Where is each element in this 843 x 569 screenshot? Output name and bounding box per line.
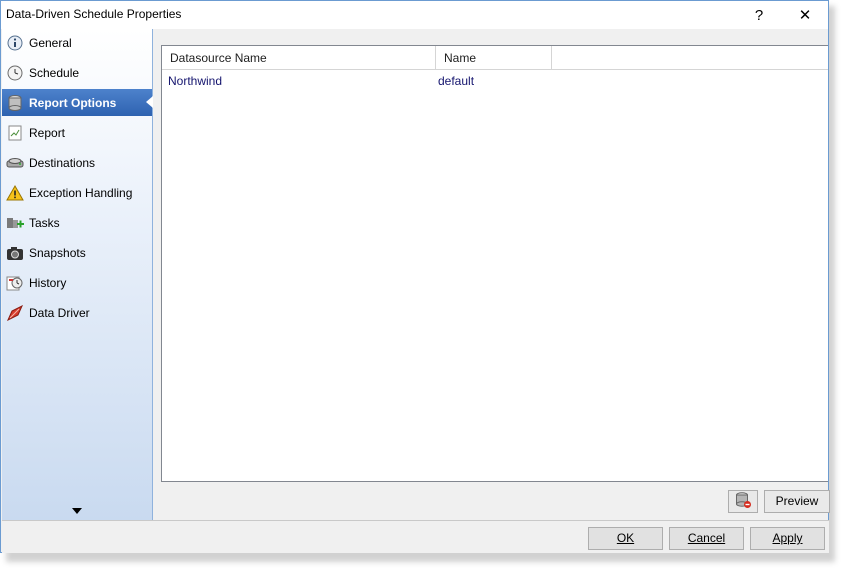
camera-icon bbox=[6, 244, 24, 262]
sidebar-item-exception-handling[interactable]: Exception Handling bbox=[2, 179, 152, 206]
sidebar-item-report-options[interactable]: Report Options bbox=[2, 89, 153, 116]
properties-dialog: Data-Driven Schedule Properties ? ✕ Gene… bbox=[0, 0, 830, 553]
sidebar-item-label: General bbox=[29, 35, 72, 50]
sidebar-item-data-driver[interactable]: Data Driver bbox=[2, 299, 152, 326]
cell-name: default bbox=[438, 74, 475, 88]
sidebar-scroll-down[interactable] bbox=[70, 505, 84, 515]
sidebar-item-history[interactable]: History bbox=[2, 269, 152, 296]
dialog-footer: OK Cancel Apply bbox=[2, 520, 829, 553]
close-button[interactable]: ✕ bbox=[783, 1, 827, 29]
datasource-grid[interactable]: Datasource Name Name Northwind default bbox=[161, 45, 828, 482]
help-button[interactable]: ? bbox=[737, 1, 781, 29]
window-title: Data-Driven Schedule Properties bbox=[6, 7, 182, 21]
sidebar-item-label: Exception Handling bbox=[29, 185, 133, 200]
database-delete-icon bbox=[734, 491, 752, 512]
tasks-icon bbox=[6, 214, 24, 232]
sidebar-item-report[interactable]: Report bbox=[2, 119, 152, 146]
sidebar-item-label: History bbox=[29, 275, 67, 290]
clock-icon bbox=[6, 64, 24, 82]
database-icon bbox=[6, 94, 24, 112]
sidebar-item-schedule[interactable]: Schedule bbox=[2, 59, 152, 86]
sidebar-item-tasks[interactable]: Tasks bbox=[2, 209, 152, 236]
title-bar: Data-Driven Schedule Properties ? ✕ bbox=[1, 1, 828, 29]
ok-button-label: OK bbox=[616, 531, 635, 545]
info-icon bbox=[6, 34, 24, 52]
column-header-name[interactable]: Name bbox=[436, 46, 552, 70]
cell-datasource-name: Northwind bbox=[168, 74, 223, 88]
grid-header: Datasource Name Name bbox=[162, 46, 828, 70]
apply-button[interactable]: Apply bbox=[750, 527, 825, 550]
report-icon bbox=[6, 124, 24, 142]
apply-button-label: Apply bbox=[772, 531, 803, 545]
cancel-button[interactable]: Cancel bbox=[669, 527, 744, 550]
datasource-settings-button[interactable] bbox=[728, 490, 758, 513]
destinations-icon bbox=[6, 154, 24, 172]
sidebar-item-label: Data Driver bbox=[29, 305, 90, 320]
ok-button[interactable]: OK bbox=[588, 527, 663, 550]
history-icon bbox=[6, 274, 24, 292]
sidebar-item-general[interactable]: General bbox=[2, 29, 152, 56]
report-options-panel: Datasource Name Name Northwind default P… bbox=[154, 29, 830, 520]
sidebar-item-label: Report Options bbox=[29, 95, 117, 110]
preview-button[interactable]: Preview bbox=[764, 490, 830, 513]
sidebar: General Schedule Report Options Report D… bbox=[2, 29, 153, 520]
sidebar-item-label: Report bbox=[29, 125, 66, 140]
cancel-button-label: Cancel bbox=[687, 531, 726, 545]
sidebar-item-label: Snapshots bbox=[29, 245, 86, 260]
sidebar-item-snapshots[interactable]: Snapshots bbox=[2, 239, 152, 266]
sidebar-item-label: Destinations bbox=[29, 155, 96, 170]
sidebar-item-label: Schedule bbox=[29, 65, 80, 80]
sidebar-item-label: Tasks bbox=[29, 215, 60, 230]
column-header-datasource-name[interactable]: Datasource Name bbox=[162, 46, 436, 70]
sidebar-item-destinations[interactable]: Destinations bbox=[2, 149, 152, 176]
chevron-down-icon bbox=[72, 503, 82, 517]
data-driver-icon bbox=[6, 304, 24, 322]
warning-icon bbox=[6, 184, 24, 202]
